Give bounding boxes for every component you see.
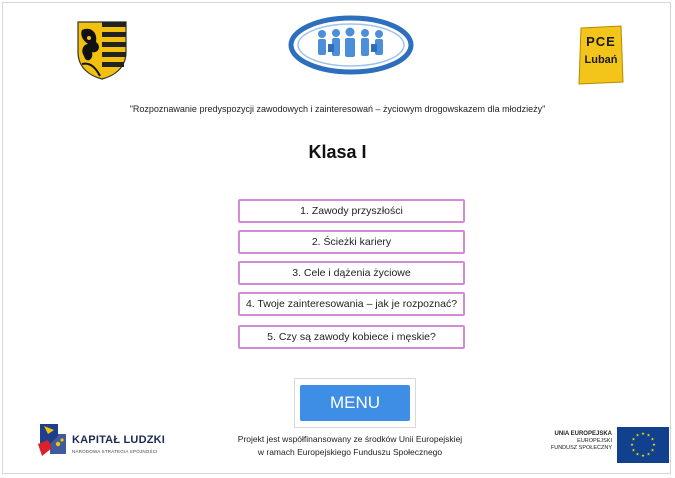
kapital-ludzki-logo-icon	[38, 424, 66, 456]
pce-logo-line1: PCE	[586, 34, 616, 49]
svg-text:★: ★	[641, 453, 645, 458]
coat-of-arms-logo	[77, 21, 127, 80]
svg-text:★: ★	[632, 448, 636, 453]
svg-text:★: ★	[641, 431, 645, 436]
pce-luban-logo: PCE Lubań	[577, 24, 625, 86]
kapital-ludzki-label: KAPITAŁ LUDZKI	[72, 434, 166, 446]
eu-label: UNIA EUROPEJSKA EUROPEJSKI FUNDUSZ SPOŁE…	[524, 431, 612, 452]
eu-label-line3: FUNDUSZ SPOŁECZNY	[550, 445, 612, 451]
svg-text:★: ★	[636, 452, 640, 457]
funding-note-line1: Projekt jest współfinansowany ze środków…	[237, 434, 463, 444]
option-button-4[interactable]: 4. Twoje zainteresowania – jak je rozpoz…	[238, 292, 465, 316]
svg-text:★: ★	[636, 433, 640, 438]
svg-text:★: ★	[630, 442, 634, 447]
svg-text:★: ★	[652, 442, 656, 447]
option-button-3[interactable]: 3. Cele i dążenia życiowe	[238, 261, 465, 285]
svg-text:★: ★	[647, 452, 651, 457]
eu-label-line1: UNIA EUROPEJSKA	[554, 431, 612, 437]
project-subtitle: "Rozpoznawanie predyspozycji zawodowych …	[129, 104, 546, 114]
kapital-ludzki-sublabel: NARODOWA STRATEGIA SPÓJNOŚCI	[72, 449, 158, 454]
funding-note-line2: w ramach Europejskiego Funduszu Społeczn…	[257, 447, 443, 457]
option-button-2[interactable]: 2. Ścieżki kariery	[238, 230, 465, 254]
menu-button[interactable]: MENU	[300, 385, 410, 421]
option-button-1[interactable]: 1. Zawody przyszłości	[238, 199, 465, 223]
svg-text:★: ★	[651, 448, 655, 453]
eu-flag-icon: ★ ★ ★ ★ ★ ★ ★ ★ ★ ★ ★ ★	[617, 427, 669, 463]
menu-button-frame: MENU	[294, 378, 416, 428]
eu-label-line2: EUROPEJSKI	[577, 438, 612, 444]
pce-logo-line2: Lubań	[584, 54, 618, 66]
project-oval-logo	[288, 15, 414, 75]
option-button-5[interactable]: 5. Czy są zawody kobiece i męskie?	[238, 325, 465, 349]
page-title: Klasa I	[308, 142, 367, 162]
svg-text:★: ★	[651, 437, 655, 442]
funding-note: Projekt jest współfinansowany ze środków…	[210, 433, 490, 459]
